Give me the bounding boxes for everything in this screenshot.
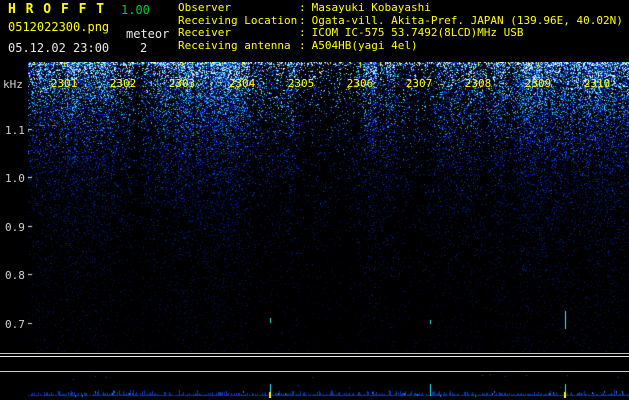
info-label: Receiver	[178, 27, 299, 40]
info-value: A504HB(yagi 4el)	[312, 39, 418, 52]
hrofft-output-image: H R O F F T 1.00 0512022300.png meteor 0…	[0, 0, 629, 400]
separator-line-top	[0, 353, 629, 354]
echo-count: 2	[140, 41, 147, 55]
info-value: Ogata-vill. Akita-Pref. JAPAN (139.96E, …	[312, 14, 623, 27]
info-row-antenna: Receiving antenna: A504HB(yagi 4el)	[178, 40, 623, 53]
time-label: 2309	[523, 77, 553, 90]
time-label: 2306	[345, 77, 375, 90]
freq-label: 0.8	[5, 269, 25, 282]
freq-label: 0.7	[5, 318, 25, 331]
time-label: 2304	[227, 77, 257, 90]
time-label: 2305	[286, 77, 316, 90]
info-separator: :	[299, 27, 306, 40]
info-label: Observer	[178, 2, 299, 15]
app-version: 1.00	[121, 3, 150, 17]
info-label: Receiving antenna	[178, 40, 299, 53]
info-separator: :	[299, 40, 306, 53]
observation-mode-label: meteor	[126, 27, 169, 41]
time-label: 2307	[404, 77, 434, 90]
info-value: Masayuki Kobayashi	[312, 1, 431, 14]
time-label: 2310	[582, 77, 612, 90]
time-label: 2302	[108, 77, 138, 90]
info-separator: :	[299, 2, 306, 15]
signal-level-trace	[0, 356, 629, 357]
station-info-block: Observer: Masayuki Kobayashi Receiving Lo…	[178, 2, 623, 52]
app-title: H R O F F T	[8, 2, 105, 17]
time-label: 2308	[463, 77, 493, 90]
freq-axis-unit-label: kHz	[3, 78, 23, 91]
spectrogram-canvas	[28, 62, 629, 352]
freq-label: 1.1	[5, 124, 25, 137]
time-label: 2303	[167, 77, 197, 90]
info-value: ICOM IC-575 53.7492(8LCD)MHz USB	[312, 26, 524, 39]
freq-label: 1.0	[5, 172, 25, 185]
activity-strip-canvas	[28, 372, 629, 398]
observation-datetime: 05.12.02 23:00	[8, 41, 109, 55]
freq-label: 0.9	[5, 221, 25, 234]
output-filename: 0512022300.png	[8, 20, 109, 34]
time-label: 2301	[49, 77, 79, 90]
